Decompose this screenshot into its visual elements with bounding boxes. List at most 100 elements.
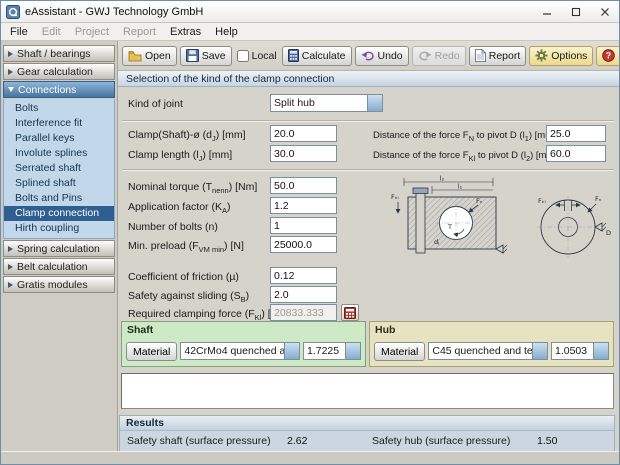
min-preload-input[interactable] [270,236,337,253]
dropdown-button[interactable] [367,95,382,111]
local-checkbox-label: Local [252,50,277,62]
distance-fn-input[interactable] [546,125,606,142]
menu-bar: File Edit Project Report Extras Help [1,23,619,41]
safety-shaft-value: 2.62 [287,435,307,447]
open-button-label: Open [145,50,171,62]
expand-right-icon [8,246,13,252]
svg-text:l₁: l₁ [458,183,463,191]
svg-text:l₂: l₂ [440,175,445,183]
safety-sliding-label: Safety against sliding (SB) [128,290,249,304]
local-checkbox[interactable] [237,50,249,62]
minimize-button[interactable] [532,1,561,23]
shaft-material-panel: Shaft Material 42CrMo4 quenched and te..… [121,321,366,367]
sidebar-item-splined-shaft[interactable]: Splined shaft [4,176,114,191]
svg-text:?: ? [606,51,611,61]
help-button[interactable]: ? Help [596,46,620,66]
required-force-calculator-button[interactable] [341,304,359,321]
close-button[interactable] [590,1,619,23]
clamp-diameter-label: Clamp(Shaft)-ø (dJ) [mm] [128,129,246,143]
hub-panel-title: Hub [375,324,395,336]
results-panel: Results Safety shaft (surface pressure) … [119,415,615,453]
sidebar-section-spring-calculation[interactable]: Spring calculation [3,240,115,257]
hub-material-number-value: 1.0503 [552,343,593,359]
menu-help[interactable]: Help [208,24,245,40]
min-preload-label: Min. preload (FVM min) [N] [128,240,244,254]
kind-of-joint-select[interactable]: Split hub [270,94,383,112]
maximize-icon [571,7,581,17]
report-button[interactable]: Report [469,46,527,66]
sidebar-section-shaft-bearings[interactable]: Shaft / bearings [3,45,115,62]
sidebar-section-connections[interactable]: Connections [3,81,115,98]
sidebar-item-involute-splines[interactable]: Involute splines [4,146,114,161]
shaft-panel-title: Shaft [127,324,153,336]
safety-sliding-input[interactable] [270,286,337,303]
dropdown-button[interactable] [284,343,299,359]
dropdown-button[interactable] [532,343,547,359]
clamp-diameter-input[interactable] [270,125,337,142]
save-button-label: Save [202,50,226,62]
clamp-length-input[interactable] [270,145,337,162]
save-button[interactable]: Save [180,46,232,66]
application-factor-input[interactable] [270,197,337,214]
window-controls [532,1,619,23]
shaft-material-button[interactable]: Material [126,342,177,361]
sidebar-section-gear-calculation[interactable]: Gear calculation [3,63,115,80]
expand-down-icon [8,87,14,92]
shaft-material-value: 42CrMo4 quenched and te... [181,343,284,359]
required-force-label: Required clamping force (FKl) [N] [128,308,281,322]
sidebar-item-clamp-connection[interactable]: Clamp connection [4,206,114,221]
number-of-bolts-label: Number of bolts (n) [128,221,218,233]
clamp-connection-diagram: l₂ l₁ Fₖₗ Fₙ dⱼ T [390,175,616,267]
menu-project[interactable]: Project [68,24,116,40]
open-folder-icon [128,50,142,62]
redo-button[interactable]: Redo [412,46,466,66]
sidebar-item-interference-fit[interactable]: Interference fit [4,116,114,131]
menu-edit[interactable]: Edit [35,24,68,40]
maximize-button[interactable] [561,1,590,23]
calculate-button-label: Calculate [302,50,346,62]
sidebar-item-bolts[interactable]: Bolts [4,101,114,116]
hub-material-value: C45 quenched and temper... [429,343,532,359]
safety-hub-label: Safety hub (surface pressure) [372,435,510,447]
svg-text:Fₙ: Fₙ [476,197,483,205]
friction-input[interactable] [270,267,337,284]
app-window: eAssistant - GWJ Technology GmbH File Ed… [0,0,620,465]
local-checkbox-group[interactable]: Local [235,50,279,62]
distance-fkl-input[interactable] [546,145,606,162]
options-gear-icon [535,49,548,62]
expand-right-icon [8,264,13,270]
number-of-bolts-input[interactable] [270,217,337,234]
distance-fkl-label: Distance of the force FKl to pivot D (l2… [373,150,557,163]
svg-text:dⱼ: dⱼ [434,238,439,246]
friction-label: Coefficient of friction (µ) [128,271,239,283]
hub-material-button[interactable]: Material [374,342,425,361]
options-button[interactable]: Options [529,46,593,66]
svg-text:T: T [447,223,452,231]
dropdown-button[interactable] [345,343,360,359]
menu-extras[interactable]: Extras [163,24,208,40]
hub-material-number-select[interactable]: 1.0503 [551,342,609,360]
title-bar: eAssistant - GWJ Technology GmbH [1,1,619,23]
sidebar-section-gratis-modules[interactable]: Gratis modules [3,276,115,293]
dropdown-button[interactable] [593,343,608,359]
sidebar-item-serrated-shaft[interactable]: Serrated shaft [4,161,114,176]
report-button-label: Report [489,50,521,62]
clamp-connection-form: Kind of joint Split hub Clamp(Shaft)-ø (… [118,87,619,451]
nominal-torque-input[interactable] [270,177,337,194]
sidebar-item-hirth-coupling[interactable]: Hirth coupling [4,221,114,236]
options-button-label: Options [551,50,587,62]
sidebar-item-parallel-keys[interactable]: Parallel keys [4,131,114,146]
menu-file[interactable]: File [3,24,35,40]
expand-right-icon [8,69,13,75]
menu-report[interactable]: Report [116,24,163,40]
sidebar-section-belt-calculation[interactable]: Belt calculation [3,258,115,275]
shaft-material-number-select[interactable]: 1.7225 [303,342,361,360]
results-row: Safety shaft (surface pressure) 2.62 Saf… [120,431,614,452]
undo-button[interactable]: Undo [355,46,409,66]
open-button[interactable]: Open [122,46,177,66]
hub-material-select[interactable]: C45 quenched and temper... [428,342,548,360]
calculate-button[interactable]: Calculate [282,46,352,66]
sidebar-item-bolts-and-pins[interactable]: Bolts and Pins [4,191,114,206]
sidebar-section-label: Connections [18,84,76,96]
shaft-material-select[interactable]: 42CrMo4 quenched and te... [180,342,300,360]
